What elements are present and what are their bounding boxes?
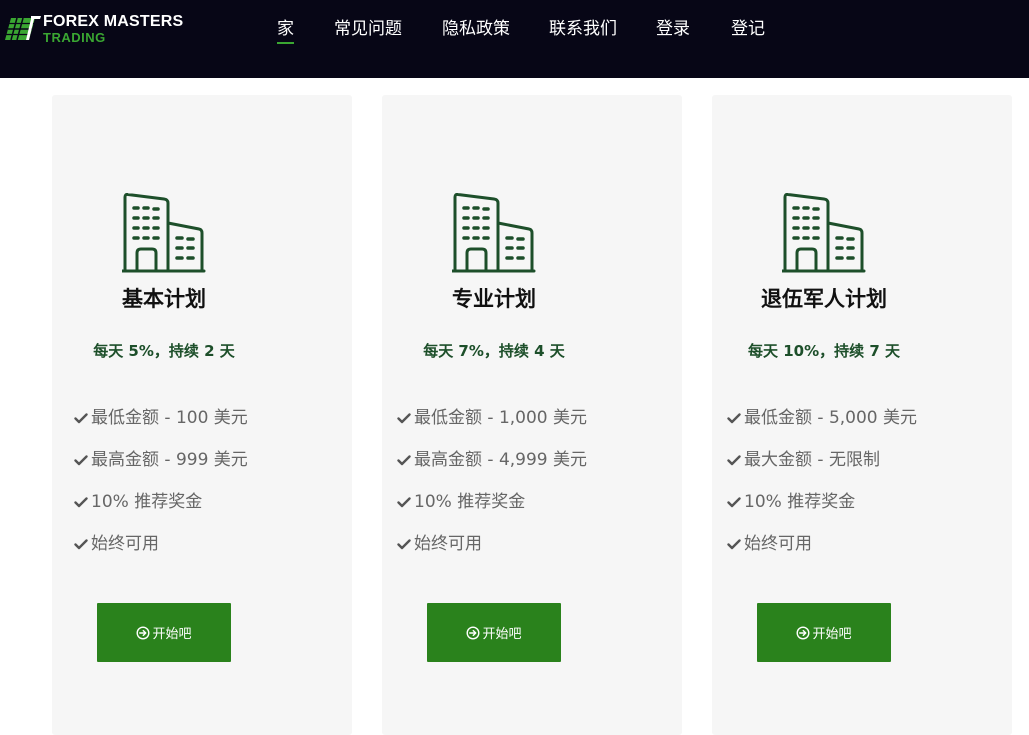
buildings-icon bbox=[121, 192, 206, 273]
start-button[interactable]: 开始吧 bbox=[757, 603, 891, 662]
feature-item: 10% 推荐奖金 bbox=[74, 489, 248, 531]
plan-rate: 每天 10%，持续 7 天 bbox=[747, 342, 900, 360]
feature-item: 始终可用 bbox=[74, 531, 248, 573]
brand-subname: TRADING bbox=[43, 30, 106, 45]
check-icon bbox=[397, 405, 413, 431]
check-icon bbox=[74, 405, 90, 431]
feature-item: 最低金额 - 1,000 美元 bbox=[397, 405, 587, 447]
start-button-label: 开始吧 bbox=[152, 627, 192, 642]
feature-item: 最低金额 - 5,000 美元 bbox=[727, 405, 917, 447]
feature-item: 10% 推荐奖金 bbox=[727, 489, 917, 531]
top-navbar: FOREX MASTERS TRADING 家 常见问题 隐私政策 联系我们 登… bbox=[0, 0, 1029, 78]
feature-item: 最大金额 - 无限制 bbox=[727, 447, 917, 489]
plan-rate: 每天 7%，持续 4 天 bbox=[423, 342, 565, 360]
brand-name: FOREX MASTERS bbox=[43, 13, 184, 30]
feature-text: 最大金额 - 无限制 bbox=[744, 450, 880, 470]
feature-text: 最低金额 - 1,000 美元 bbox=[414, 408, 588, 428]
brand-logo[interactable]: FOREX MASTERS TRADING bbox=[5, 12, 184, 46]
feature-item: 10% 推荐奖金 bbox=[397, 489, 587, 531]
logo-mark-icon bbox=[5, 16, 41, 41]
start-button[interactable]: 开始吧 bbox=[427, 603, 561, 662]
feature-text: 始终可用 bbox=[91, 534, 159, 554]
nav-item-contact[interactable]: 联系我们 bbox=[549, 18, 617, 40]
nav-item-privacy[interactable]: 隐私政策 bbox=[442, 18, 510, 40]
check-icon bbox=[397, 489, 413, 515]
nav-item-home[interactable]: 家 bbox=[277, 18, 294, 44]
check-icon bbox=[727, 531, 743, 557]
check-icon bbox=[727, 447, 743, 473]
feature-text: 始终可用 bbox=[744, 534, 812, 554]
check-icon bbox=[397, 531, 413, 557]
nav-item-faq[interactable]: 常见问题 bbox=[334, 18, 402, 40]
feature-text: 10% 推荐奖金 bbox=[414, 492, 526, 512]
plan-title: 专业计划 bbox=[452, 287, 536, 311]
feature-item: 最高金额 - 999 美元 bbox=[74, 447, 248, 489]
feature-text: 最高金额 - 999 美元 bbox=[91, 450, 248, 470]
feature-text: 10% 推荐奖金 bbox=[91, 492, 203, 512]
plan-title: 退伍军人计划 bbox=[761, 287, 887, 311]
plan-card-basic: 基本计划 每天 5%，持续 2 天 最低金额 - 100 美元 最高金额 - 9… bbox=[52, 95, 352, 735]
check-icon bbox=[74, 489, 90, 515]
feature-text: 最高金额 - 4,999 美元 bbox=[414, 450, 588, 470]
feature-item: 始终可用 bbox=[397, 531, 587, 573]
check-icon bbox=[727, 489, 743, 515]
feature-text: 10% 推荐奖金 bbox=[744, 492, 856, 512]
plan-card-pro: 专业计划 每天 7%，持续 4 天 最低金额 - 1,000 美元 最高金额 -… bbox=[382, 95, 682, 735]
feature-item: 始终可用 bbox=[727, 531, 917, 573]
start-button-label: 开始吧 bbox=[482, 627, 522, 642]
plan-rate: 每天 5%，持续 2 天 bbox=[93, 342, 235, 360]
check-icon bbox=[727, 405, 743, 431]
sign-in-icon bbox=[466, 625, 480, 640]
start-button-label: 开始吧 bbox=[812, 627, 852, 642]
plan-card-veteran: 退伍军人计划 每天 10%，持续 7 天 最低金额 - 5,000 美元 最大金… bbox=[712, 95, 1012, 735]
plan-features: 最低金额 - 1,000 美元 最高金额 - 4,999 美元 10% 推荐奖金… bbox=[397, 405, 587, 573]
feature-text: 始终可用 bbox=[414, 534, 482, 554]
check-icon bbox=[74, 531, 90, 557]
feature-item: 最低金额 - 100 美元 bbox=[74, 405, 248, 447]
plan-features: 最低金额 - 100 美元 最高金额 - 999 美元 10% 推荐奖金 始终可… bbox=[74, 405, 248, 573]
sign-in-icon bbox=[136, 625, 150, 640]
check-icon bbox=[74, 447, 90, 473]
feature-text: 最低金额 - 5,000 美元 bbox=[744, 408, 918, 428]
feature-item: 最高金额 - 4,999 美元 bbox=[397, 447, 587, 489]
buildings-icon bbox=[781, 192, 866, 273]
plan-features: 最低金额 - 5,000 美元 最大金额 - 无限制 10% 推荐奖金 始终可用 bbox=[727, 405, 917, 573]
nav-item-register[interactable]: 登记 bbox=[731, 18, 765, 40]
feature-text: 最低金额 - 100 美元 bbox=[91, 408, 248, 428]
plan-title: 基本计划 bbox=[122, 287, 206, 311]
sign-in-icon bbox=[796, 625, 810, 640]
nav-item-login[interactable]: 登录 bbox=[656, 18, 690, 40]
buildings-icon bbox=[451, 192, 536, 273]
start-button[interactable]: 开始吧 bbox=[97, 603, 231, 662]
check-icon bbox=[397, 447, 413, 473]
